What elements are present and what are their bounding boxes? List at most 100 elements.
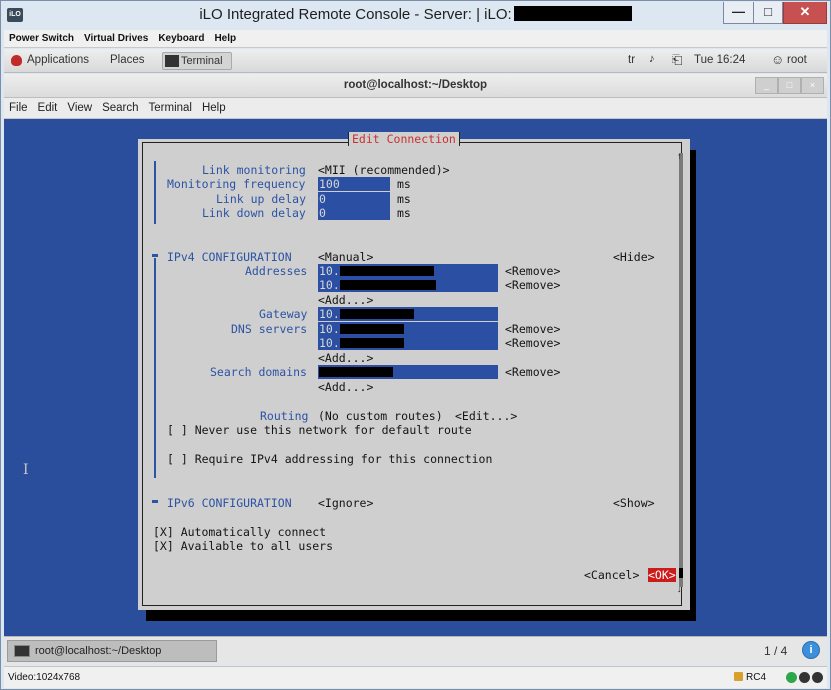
remove-dns-1-button[interactable]: <Remove> xyxy=(505,322,560,336)
user-menu[interactable]: root xyxy=(787,54,807,66)
maximize-button[interactable]: □ xyxy=(753,2,783,24)
redacted-value xyxy=(339,324,404,334)
link-monitoring-dropdown[interactable]: <MII (recommended)> xyxy=(318,163,450,177)
terminal-title: root@localhost:~/Desktop xyxy=(343,79,488,91)
routing-label: Routing xyxy=(260,409,309,423)
places-menu[interactable]: Places xyxy=(110,54,145,66)
terminal-maximize-button[interactable]: □ xyxy=(778,77,801,94)
dns-field-2[interactable]: 10. xyxy=(318,336,498,350)
encryption-cipher: RC4 xyxy=(746,672,767,683)
address-field-2[interactable]: 10. xyxy=(318,278,498,292)
minimize-button[interactable]: — xyxy=(723,2,753,24)
status-dark-icon-2 xyxy=(812,672,823,683)
scroll-down-icon[interactable]: ↓ xyxy=(677,584,682,594)
terminal-icon xyxy=(14,645,30,657)
ipv6-show-button[interactable]: <Show> xyxy=(613,496,655,510)
add-dns-button[interactable]: <Add...> xyxy=(318,351,373,365)
remove-address-1-button[interactable]: <Remove> xyxy=(505,264,560,278)
remove-search-domain-button[interactable]: <Remove> xyxy=(505,365,560,379)
terminal-launcher[interactable]: Terminal xyxy=(162,52,232,70)
ms-unit-label: ms xyxy=(397,206,411,220)
volume-icon[interactable]: ♪ xyxy=(649,53,655,65)
ipv4-hide-button[interactable]: <Hide> xyxy=(613,250,655,264)
workspace-switcher[interactable]: 1 / 4 xyxy=(764,644,787,658)
ipv6-config-header: IPv6 CONFIGURATION xyxy=(167,496,292,510)
clock[interactable]: Tue 16:24 xyxy=(694,54,745,66)
terminal-area[interactable]: I Edit Connection ↑ ↓ Link monitoring <M… xyxy=(4,119,827,636)
ms-unit-label: ms xyxy=(397,177,411,191)
remove-address-2-button[interactable]: <Remove> xyxy=(505,278,560,292)
terminal-minimize-button[interactable]: _ xyxy=(755,77,778,94)
video-resolution: Video:1024x768 xyxy=(8,672,81,683)
menu-view[interactable]: View xyxy=(62,98,97,114)
redacted-value xyxy=(339,309,414,319)
menu-file[interactable]: File xyxy=(4,98,33,114)
terminal-menu-bar: File Edit View Search Terminal Help xyxy=(4,98,827,119)
dialog-scrollbar[interactable] xyxy=(679,153,683,587)
redacted-value xyxy=(339,338,404,348)
applications-menu[interactable]: Applications xyxy=(27,54,89,66)
ilo-status-bar: Video:1024x768 RC4 xyxy=(4,666,827,688)
gnome-top-panel: Applications Places Terminal tr ♪ ⎗ Tue … xyxy=(4,49,827,73)
ok-button[interactable]: <OK> xyxy=(648,568,676,583)
taskbar-terminal-label: root@localhost:~/Desktop xyxy=(35,645,162,657)
window-title-text: iLO Integrated Remote Console - Server: … xyxy=(199,6,512,23)
dns-field-1-value: 10. xyxy=(319,322,340,336)
search-domains-label: Search domains xyxy=(210,365,307,379)
gateway-field-value: 10. xyxy=(319,307,340,321)
window-title: iLO Integrated Remote Console - Server: … xyxy=(1,6,830,23)
ipv4-method-dropdown[interactable]: <Manual> xyxy=(318,250,373,264)
menu-search[interactable]: Search xyxy=(97,98,143,114)
cancel-button[interactable]: <Cancel> xyxy=(584,568,639,582)
never-default-route-checkbox[interactable]: [ ] Never use this network for default r… xyxy=(167,423,472,437)
menu-virtual-drives[interactable]: Virtual Drives xyxy=(79,30,153,44)
menu-edit[interactable]: Edit xyxy=(33,98,63,114)
require-ipv4-checkbox[interactable]: [ ] Require IPv4 addressing for this con… xyxy=(167,452,492,466)
link-up-delay-field[interactable]: 0 xyxy=(318,192,390,206)
auto-connect-checkbox[interactable]: [X] Automatically connect xyxy=(153,525,326,539)
network-icon[interactable]: ⎗ xyxy=(672,52,682,68)
ipv6-method-dropdown[interactable]: <Ignore> xyxy=(318,496,373,510)
menu-keyboard[interactable]: Keyboard xyxy=(153,30,209,44)
redacted-value xyxy=(319,367,393,377)
redhat-icon xyxy=(11,55,22,66)
link-down-delay-field[interactable]: 0 xyxy=(318,206,390,220)
all-users-checkbox[interactable]: [X] Available to all users xyxy=(153,539,333,553)
monitoring-frequency-field[interactable]: 100 xyxy=(318,177,390,191)
routing-value: (No custom routes) xyxy=(318,409,443,423)
dns-field-2-value: 10. xyxy=(319,336,340,350)
menu-terminal-help[interactable]: Help xyxy=(197,98,231,114)
add-address-button[interactable]: <Add...> xyxy=(318,293,373,307)
keyboard-layout-indicator[interactable]: tr xyxy=(628,54,635,66)
add-search-domain-button[interactable]: <Add...> xyxy=(318,380,373,394)
addresses-label: Addresses xyxy=(245,264,308,278)
close-button[interactable]: ✕ xyxy=(783,2,827,24)
menu-help[interactable]: Help xyxy=(209,30,241,44)
gateway-field[interactable]: 10. xyxy=(318,307,498,321)
address-field-2-value: 10. xyxy=(319,278,340,292)
redacted-ilo-name xyxy=(513,6,632,21)
gnome-bottom-panel: root@localhost:~/Desktop 1 / 4 i xyxy=(4,636,827,665)
window-titlebar[interactable]: iLO iLO Integrated Remote Console - Serv… xyxy=(1,1,830,31)
menu-terminal[interactable]: Terminal xyxy=(144,98,197,114)
terminal-close-button[interactable]: × xyxy=(801,77,824,94)
redacted-value xyxy=(339,280,436,290)
terminal-launcher-label: Terminal xyxy=(181,55,223,67)
lock-icon xyxy=(734,672,743,681)
menu-power-switch[interactable]: Power Switch xyxy=(4,30,79,44)
routing-edit-button[interactable]: <Edit...> xyxy=(455,409,517,423)
help-icon[interactable]: i xyxy=(802,641,820,659)
scroll-up-icon[interactable]: ↑ xyxy=(677,151,682,161)
taskbar-terminal-item[interactable]: root@localhost:~/Desktop xyxy=(7,640,217,662)
dns-field-1[interactable]: 10. xyxy=(318,322,498,336)
terminal-titlebar[interactable]: root@localhost:~/Desktop _ □ × xyxy=(4,74,827,98)
link-monitoring-label: Link monitoring xyxy=(202,163,306,177)
ipv6-collapse-marker[interactable] xyxy=(152,500,158,503)
status-dark-icon xyxy=(799,672,810,683)
address-field-1-value: 10. xyxy=(319,264,340,278)
text-cursor xyxy=(679,568,683,578)
remove-dns-2-button[interactable]: <Remove> xyxy=(505,336,560,350)
address-field-1[interactable]: 10. xyxy=(318,264,498,278)
search-domain-field-1[interactable] xyxy=(318,365,498,379)
ipv4-collapse-marker[interactable] xyxy=(152,254,158,257)
